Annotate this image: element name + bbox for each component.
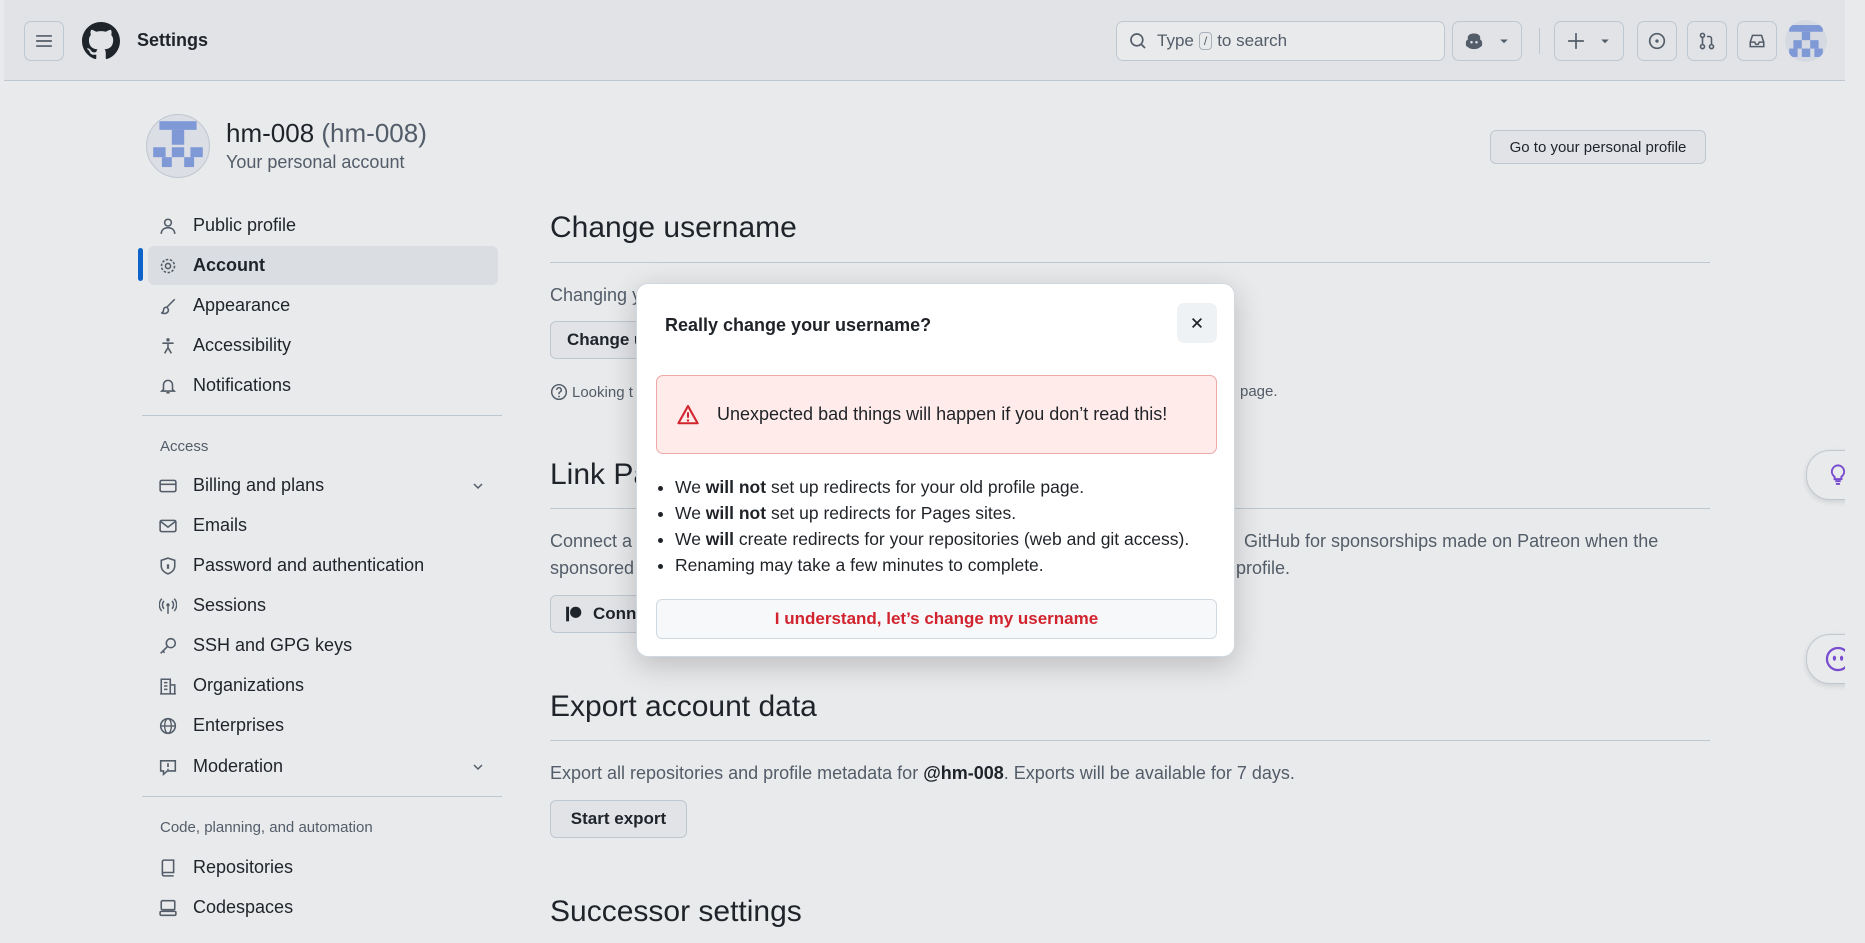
warning-text: Unexpected bad things will happen if you… xyxy=(717,404,1168,424)
list-item-text: Renaming may take a few minutes to compl… xyxy=(675,555,1044,575)
dialog-title: Really change your username? xyxy=(665,315,932,335)
list-item-text: set up redirects for your old profile pa… xyxy=(766,477,1085,497)
list-item-text: We xyxy=(675,503,706,523)
list-item-text: create redirects for your repositories (… xyxy=(734,529,1190,549)
list-item-text: We xyxy=(675,529,706,549)
list-item: We will not set up redirects for Pages s… xyxy=(675,500,1189,526)
list-item: We will create redirects for your reposi… xyxy=(675,526,1189,552)
list-item-emphasis: will not xyxy=(705,503,767,523)
list-item: Renaming may take a few minutes to compl… xyxy=(675,552,1189,578)
confirm-change-username-button[interactable]: I understand, let’s change my username xyxy=(656,599,1217,639)
rename-consequences-list: We will not set up redirects for your ol… xyxy=(657,474,1189,578)
close-icon xyxy=(1192,318,1202,328)
list-item-text: set up redirects for Pages sites. xyxy=(766,503,1017,523)
list-item-text: We xyxy=(675,477,706,497)
list-item: We will not set up redirects for your ol… xyxy=(675,474,1189,500)
rename-confirm-dialog: Really change your username? Unexpected … xyxy=(636,283,1235,657)
list-item-emphasis: will not xyxy=(705,477,767,497)
warning-flash: Unexpected bad things will happen if you… xyxy=(656,375,1217,454)
list-item-emphasis: will xyxy=(705,529,734,549)
dialog-close-button[interactable] xyxy=(1177,303,1217,343)
alert-icon xyxy=(677,404,699,426)
